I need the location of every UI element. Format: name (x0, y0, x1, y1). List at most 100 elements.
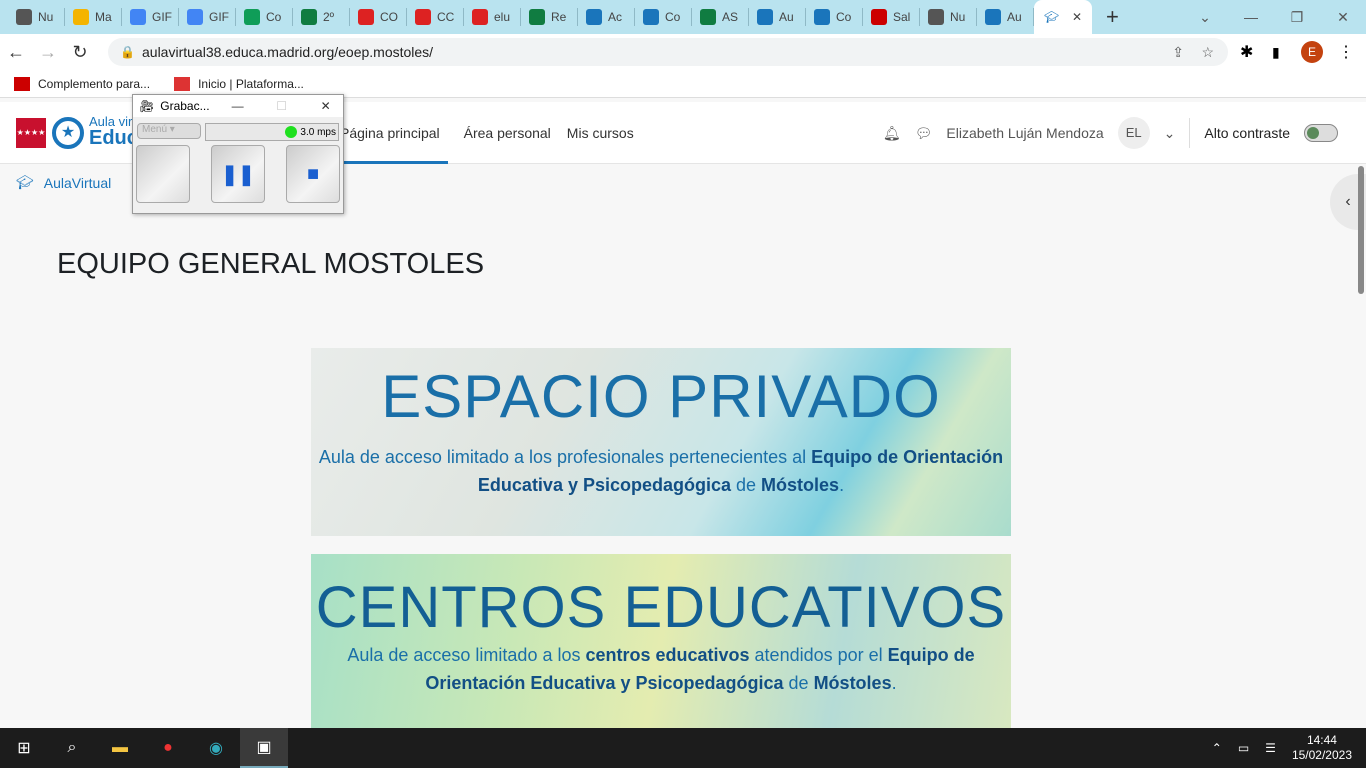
user-name[interactable]: Elizabeth Luján Mendoza (946, 125, 1103, 141)
contrast-toggle[interactable] (1304, 124, 1338, 142)
tab-search-icon[interactable]: ⌄ (1182, 9, 1228, 26)
new-tab-button[interactable]: + (1106, 4, 1119, 30)
edge-icon[interactable]: ◉ (192, 728, 240, 768)
tab-favicon-icon (700, 9, 716, 25)
forward-icon[interactable]: → (32, 42, 64, 63)
stop-button[interactable]: ■ (286, 145, 340, 203)
notifications-icon[interactable]: ☰ (1265, 741, 1276, 755)
browser-tab[interactable]: Co (635, 8, 692, 26)
tab-favicon-icon (757, 9, 773, 25)
browser-tab[interactable]: GIF (122, 8, 179, 26)
tab-favicon-icon (244, 9, 260, 25)
menu-my-courses[interactable]: Mis cursos (567, 125, 634, 141)
window-controls: ⌄ — ❐ ✕ (1182, 0, 1366, 34)
banner-private-space[interactable]: ESPACIO PRIVADO Aula de acceso limitado … (311, 348, 1011, 536)
active-tab[interactable]: 🎓︎ ✕ (1034, 0, 1092, 34)
banner-title: ESPACIO PRIVADO (381, 363, 941, 430)
browser-tab[interactable]: Co (236, 8, 293, 26)
browser-tab[interactable]: Au (749, 8, 806, 26)
url-input[interactable]: 🔒 aulavirtual38.educa.madrid.org/eoep.mos… (108, 38, 1228, 66)
recorder-close[interactable]: ✕ (304, 99, 348, 113)
user-avatar[interactable]: EL (1117, 117, 1150, 149)
tab-favicon-icon (643, 9, 659, 25)
pause-button[interactable]: ❚❚ (211, 145, 265, 203)
browser-tab[interactable]: CO (350, 8, 407, 26)
browser-tab[interactable]: Co (806, 8, 863, 26)
tab-favicon-icon (301, 9, 317, 25)
clock[interactable]: 14:44 15/02/2023 (1292, 733, 1352, 763)
tab-close-icon[interactable]: ✕ (1072, 10, 1082, 24)
user-area: 🔔︎ 💬︎ Elizabeth Luján Mendoza EL ⌄ Alto … (883, 102, 1338, 164)
tab-label: Co (266, 10, 282, 24)
tab-label: Ma (95, 10, 112, 24)
tab-favicon-icon (358, 9, 374, 25)
tab-label: Au (1007, 10, 1022, 24)
madrid-flag-logo: ★★★★ (16, 118, 46, 148)
minimize-button[interactable]: — (1228, 9, 1274, 25)
recorder-menu-select[interactable]: Menú ▾ (137, 123, 201, 139)
recorder-titlebar[interactable]: 🎥︎ Grabac... — ☐ ✕ (133, 95, 343, 117)
browser-tab[interactable]: Re (521, 8, 578, 26)
recorder-taskbar-icon[interactable]: ▣ (240, 728, 288, 768)
extensions-icon[interactable]: ✱ (1240, 42, 1253, 62)
banner-schools[interactable]: CENTROS EDUCATIVOS Aula de acceso limita… (311, 554, 1011, 728)
bookmark-icon (174, 76, 191, 91)
tab-label: Au (779, 10, 794, 24)
tab-label: CO (380, 10, 398, 24)
menu-home[interactable]: Página principal (340, 102, 448, 164)
chrome-icon[interactable]: ● (144, 728, 192, 768)
browser-tab[interactable]: Sal (863, 8, 920, 26)
contrast-label: Alto contraste (1204, 125, 1290, 141)
back-icon[interactable]: ← (0, 42, 32, 63)
tab-bar: Nu Ma GIF GIF Co 2º CO CC elu Re Ac Co AS Au Co Sal Nu Au… (0, 0, 1366, 34)
search-icon[interactable]: ⌕ (48, 728, 96, 768)
breadcrumb: 🎓︎ AulaVirtual (16, 174, 111, 191)
record-button[interactable] (136, 145, 190, 203)
breadcrumb-link[interactable]: AulaVirtual (44, 175, 111, 191)
browser-tab[interactable]: Ac (578, 8, 635, 26)
menu-icon[interactable]: ⋮ (1338, 42, 1354, 62)
browser-tab[interactable]: Nu (920, 8, 977, 26)
browser-tab[interactable]: 2º (293, 8, 350, 26)
educamadrid-logo-icon: ★ (52, 117, 84, 149)
network-icon[interactable]: ▭ (1238, 741, 1249, 755)
start-button[interactable]: ⊞ (0, 728, 48, 768)
tab-favicon-icon (187, 9, 203, 25)
menu-personal-area[interactable]: Área personal (464, 125, 551, 141)
tab-favicon-icon (586, 9, 602, 25)
graduation-cap-icon: 🎓︎ (1044, 10, 1060, 24)
reload-icon[interactable]: ↻ (64, 42, 96, 63)
browser-tab[interactable]: GIF (179, 8, 236, 26)
browser-tab[interactable]: Au (977, 8, 1034, 26)
graduation-cap-icon: 🎓︎ (16, 174, 34, 190)
camera-icon: 🎥︎ (139, 99, 155, 113)
tab-label: Sal (893, 10, 911, 24)
star-icon[interactable]: ☆ (1201, 44, 1214, 61)
bell-icon[interactable]: 🔔︎ (883, 125, 901, 142)
bookmark-label: Inicio | Plataforma... (198, 76, 304, 91)
bookmark-2[interactable]: Inicio | Plataforma... (174, 76, 304, 91)
browser-tab[interactable]: CC (407, 8, 464, 26)
chevron-up-icon[interactable]: ⌃ (1212, 741, 1222, 755)
browser-tab[interactable]: Nu (8, 8, 65, 26)
profile-avatar[interactable]: E (1301, 41, 1323, 63)
messages-icon[interactable]: 💬︎ (915, 125, 933, 142)
bookmark-1[interactable]: Complemento para... (14, 76, 150, 91)
share-icon[interactable]: ⇪ (1172, 44, 1184, 61)
recorder-window: 🎥︎ Grabac... — ☐ ✕ Menú ▾ 3.0 mps ❚❚ ■ (132, 94, 344, 214)
browser-tab[interactable]: AS (692, 8, 749, 26)
close-button[interactable]: ✕ (1320, 9, 1366, 26)
file-explorer-icon[interactable]: ▬ (96, 728, 144, 768)
browser-tab[interactable]: Ma (65, 8, 122, 26)
restore-button[interactable]: ❐ (1274, 9, 1320, 26)
tab-label: Co (836, 10, 852, 24)
browser-tab[interactable]: elu (464, 8, 521, 26)
tab-favicon-icon (985, 9, 1001, 25)
chevron-down-icon[interactable]: ⌄ (1164, 125, 1176, 142)
tab-label: Nu (38, 10, 54, 24)
tab-label: elu (494, 10, 511, 24)
recorder-minimize[interactable]: — (216, 99, 260, 113)
divider (1189, 118, 1191, 148)
side-panel-icon[interactable]: ▮ (1272, 44, 1280, 61)
scrollbar[interactable] (1358, 166, 1364, 294)
